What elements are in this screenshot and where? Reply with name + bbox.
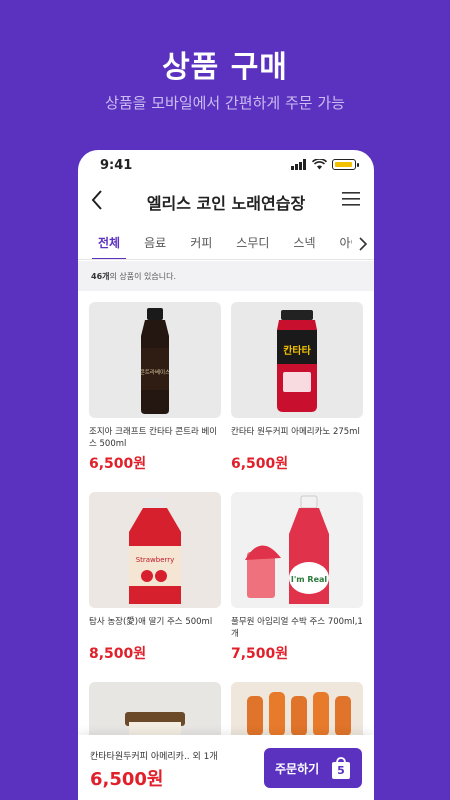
wifi-icon [312,159,327,170]
menu-icon[interactable] [340,189,362,209]
order-button[interactable]: 주문하기 5 [264,748,362,788]
product-image: 콘트라베이스 [89,302,221,418]
product-price: 6,500원 [89,456,147,472]
order-button-label: 주문하기 [275,761,320,776]
tab-smoothie[interactable]: 스무디 [224,228,281,259]
cart-total: 6,500원 [90,769,164,790]
product-card[interactable]: I'm Real 풀무원 아임리얼 수박 주스 700ml,1개 7,500원 [231,492,363,663]
battery-icon [332,159,359,170]
svg-text:콘트라베이스: 콘트라베이스 [140,368,170,376]
cart-bar: 칸타타원두커피 아메리카.. 외 1개 6,500원 주문하기 5 [78,735,374,800]
product-image: Strawberry [89,492,221,608]
product-price: 8,500원 [89,646,147,662]
product-count-text: 의 상품이 있습니다. [109,272,177,281]
product-image: I'm Real [231,492,363,608]
signal-icon [291,159,306,170]
chevron-right-icon [359,236,368,251]
product-card[interactable]: Strawberry 탐사 농장(愛)애 딸기 주스 500ml 8,500원 [89,492,221,663]
product-name: 칸타타 원두커피 아메리카노 275ml [231,427,360,437]
status-icons [291,159,359,170]
product-name: 탐사 농장(愛)애 딸기 주스 500ml [89,617,213,627]
svg-text:I'm Real: I'm Real [291,575,328,584]
category-tabs: 전체 음료 커피 스무디 스넥 아이스 [78,228,374,260]
product-count: 46개의 상품이 있습니다. [78,261,374,291]
phone-screen: 9:41 엘리스 코인 노래연습장 전체 음료 커피 스무디 스넥 46개의 상… [78,150,374,800]
shopping-bag-icon: 5 [330,756,352,780]
product-price: 6,500원 [231,456,289,472]
hero-title: 상품 구매 [162,50,288,85]
tab-coffee[interactable]: 커피 [178,228,224,259]
tab-scroll-button[interactable] [352,228,374,259]
product-card[interactable]: 콘트라베이스 조지아 크래프트 칸타타 콘트라 베이스 500ml 6,500원 [89,302,221,473]
tab-all[interactable]: 전체 [86,228,132,259]
tab-snack[interactable]: 스넥 [281,228,327,259]
svg-text:칸타타: 칸타타 [283,344,311,357]
product-count-number: 46개 [91,272,110,281]
product-image: 칸타타 [231,302,363,418]
svg-text:Strawberry: Strawberry [136,556,175,564]
product-name: 조지아 크래프트 칸타타 콘트라 베이스 500ml [89,427,218,449]
status-time: 9:41 [100,158,133,173]
cart-summary: 칸타타원두커피 아메리카.. 외 1개 [90,752,218,762]
product-price: 7,500원 [231,646,289,662]
cart-count: 5 [337,764,345,777]
tab-drinks[interactable]: 음료 [132,228,178,259]
status-bar: 9:41 [78,150,374,180]
product-card[interactable]: 칸타타 칸타타 원두커피 아메리카노 275ml 6,500원 [231,302,363,473]
hero-subtitle: 상품을 모바일에서 간편하게 주문 가능 [105,94,345,112]
page-title: 엘리스 코인 노래연습장 [146,194,306,213]
app-header: 엘리스 코인 노래연습장 [78,180,374,222]
product-name: 풀무원 아임리얼 수박 주스 700ml,1개 [231,617,363,639]
